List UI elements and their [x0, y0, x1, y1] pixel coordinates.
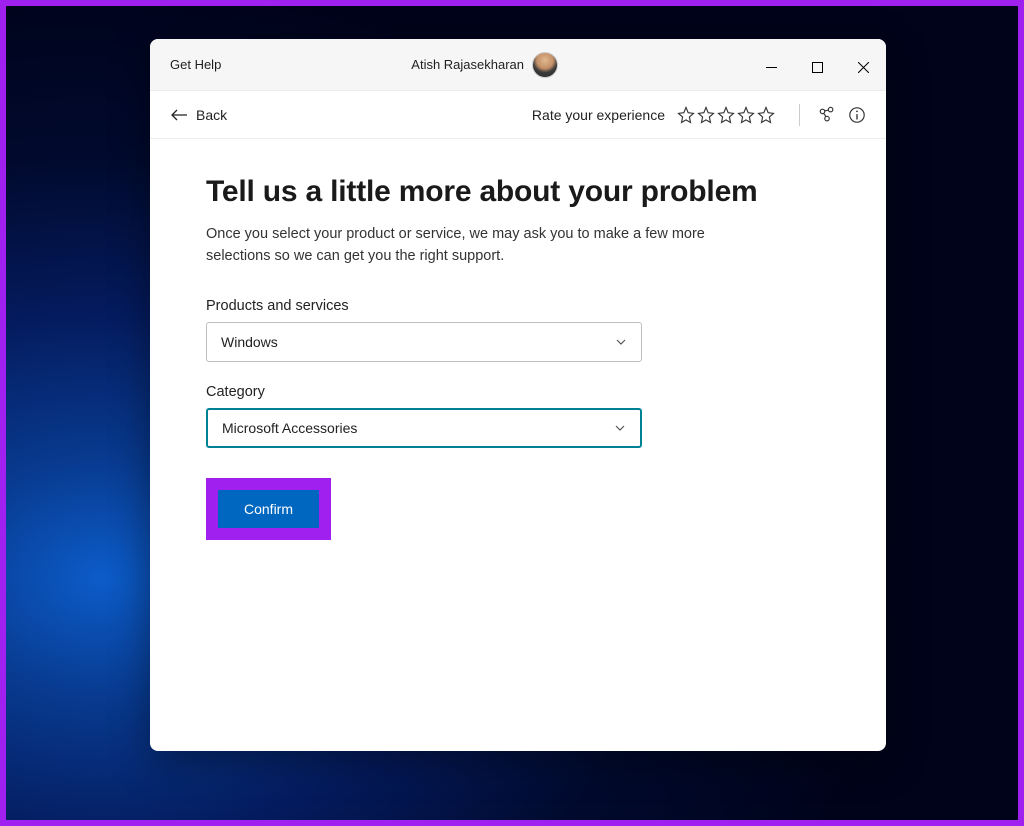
confirm-button[interactable]: Confirm	[218, 490, 319, 528]
star-5[interactable]	[757, 106, 775, 124]
toolbar: Back Rate your experience	[150, 91, 886, 139]
app-title: Get Help	[170, 57, 221, 72]
maximize-button[interactable]	[794, 52, 840, 84]
category-select[interactable]: Microsoft Accessories	[206, 408, 642, 448]
page-subtext: Once you select your product or service,…	[206, 223, 746, 268]
avatar[interactable]	[532, 52, 558, 78]
share-icon[interactable]	[818, 106, 836, 124]
back-label: Back	[196, 107, 227, 123]
minimize-icon	[766, 62, 777, 73]
window-controls	[748, 46, 886, 84]
products-select[interactable]: Windows	[206, 322, 642, 362]
category-value: Microsoft Accessories	[222, 420, 614, 436]
star-3[interactable]	[717, 106, 735, 124]
products-value: Windows	[221, 334, 615, 350]
maximize-icon	[812, 62, 823, 73]
chevron-down-icon	[614, 422, 626, 434]
close-button[interactable]	[840, 52, 886, 84]
back-button[interactable]: Back	[160, 101, 237, 129]
page-heading: Tell us a little more about your problem	[206, 175, 830, 209]
star-1[interactable]	[677, 106, 695, 124]
category-label: Category	[206, 384, 830, 400]
titlebar-user-area[interactable]: Atish Rajasekharan	[221, 52, 748, 78]
minimize-button[interactable]	[748, 52, 794, 84]
main-content: Tell us a little more about your problem…	[150, 139, 886, 751]
star-4[interactable]	[737, 106, 755, 124]
confirm-highlight-box: Confirm	[206, 478, 331, 540]
back-arrow-icon	[170, 108, 188, 122]
info-icon[interactable]	[848, 106, 866, 124]
titlebar: Get Help Atish Rajasekharan	[150, 39, 886, 91]
toolbar-divider	[799, 104, 800, 126]
close-icon	[858, 62, 869, 73]
rate-label: Rate your experience	[532, 107, 665, 123]
user-name: Atish Rajasekharan	[411, 57, 524, 72]
products-label: Products and services	[206, 298, 830, 314]
chevron-down-icon	[615, 336, 627, 348]
get-help-window: Get Help Atish Rajasekharan Back R	[150, 39, 886, 751]
star-2[interactable]	[697, 106, 715, 124]
rating-stars	[677, 106, 775, 124]
